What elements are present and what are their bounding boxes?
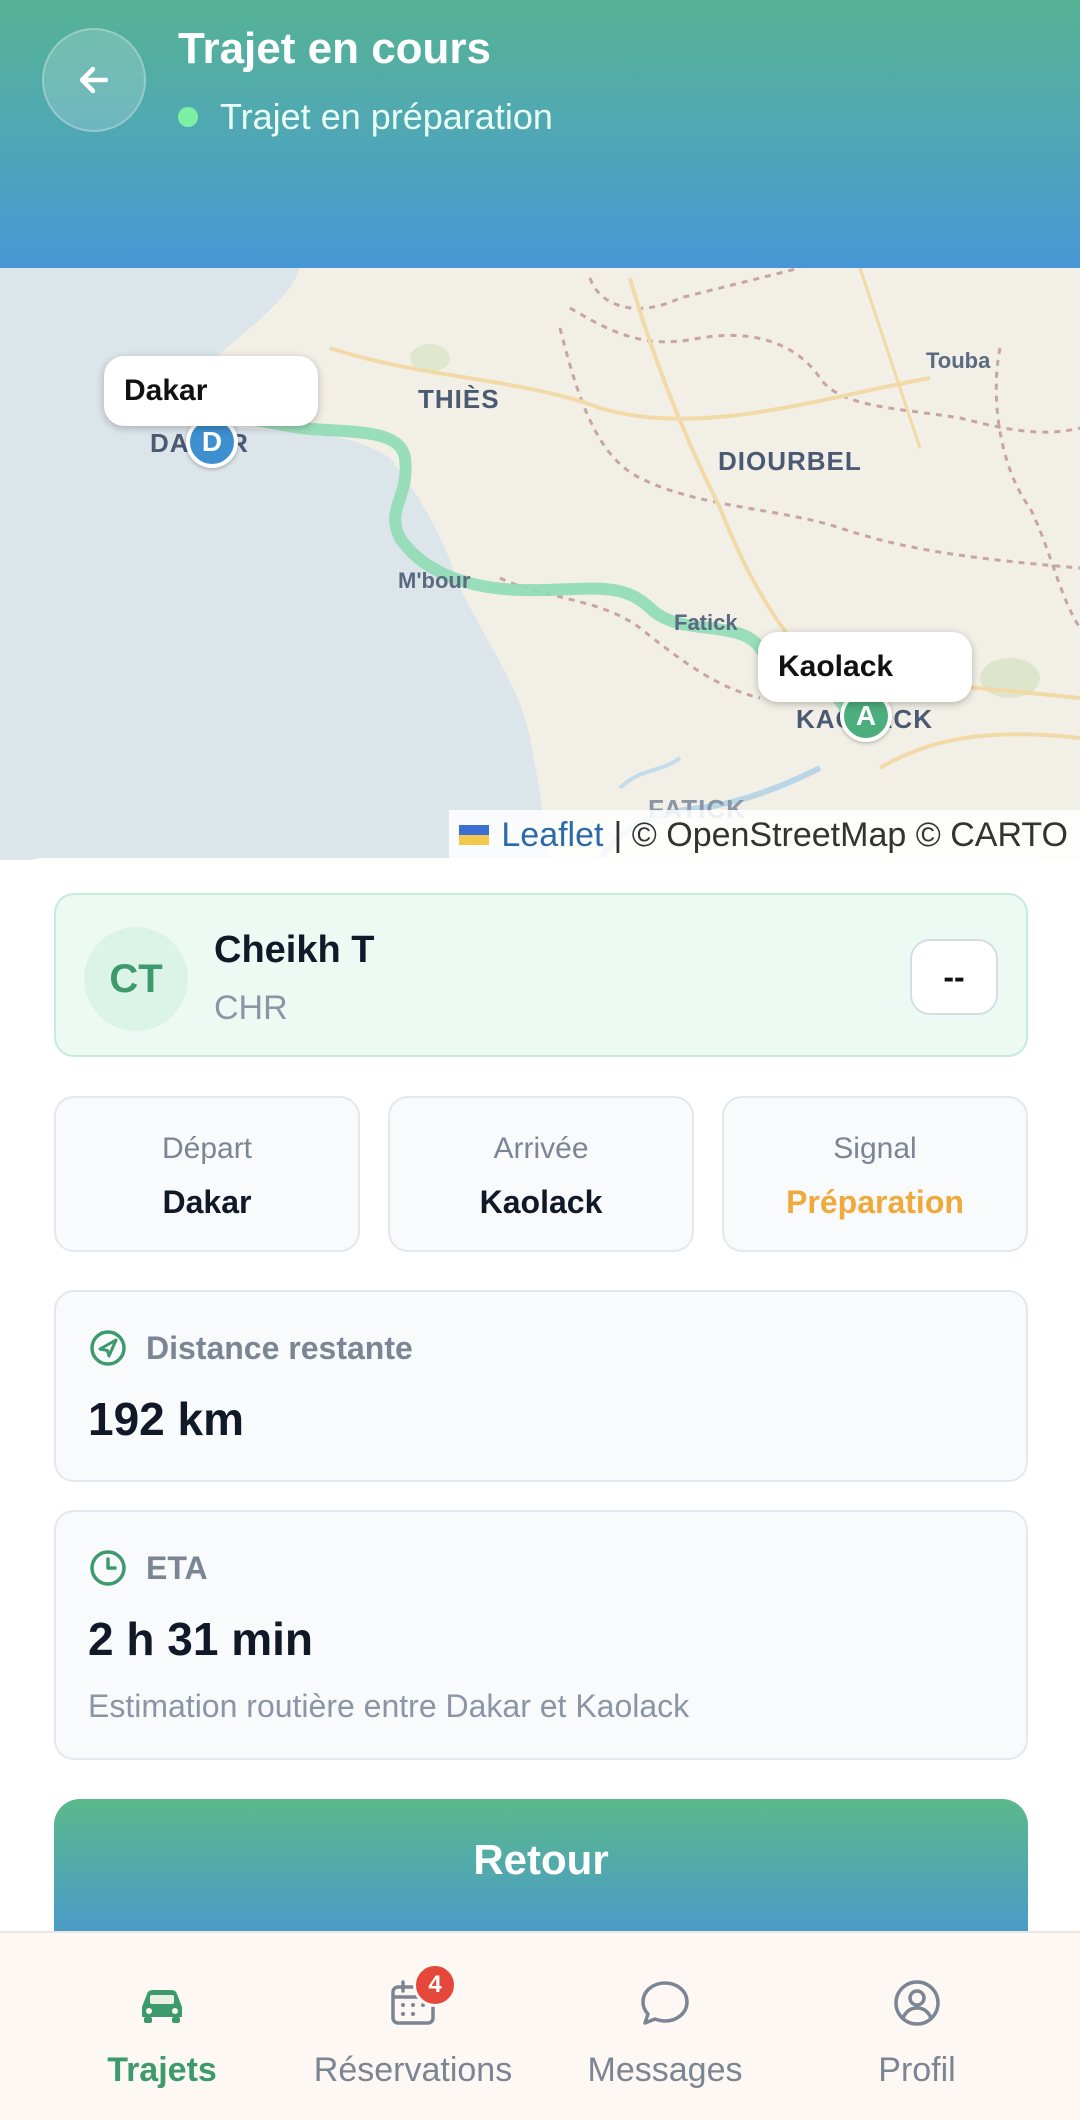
arrow-left-icon: [79, 66, 109, 94]
stat-signal-value: Préparation: [786, 1184, 964, 1220]
stat-arrival-label: Arrivée: [493, 1132, 589, 1165]
tab-messages-label: Messages: [587, 2051, 743, 2089]
map-label-diourbel: DIOURBEL: [718, 446, 862, 476]
map-label-touba: Touba: [926, 348, 991, 373]
end-popup: Kaolack: [758, 632, 972, 702]
distance-value: 192 km: [88, 1393, 245, 1445]
driver-vehicle: CHR: [214, 989, 288, 1027]
user-circle-icon: [894, 1980, 940, 2026]
back-action-button[interactable]: Retour: [54, 1799, 1028, 1931]
stat-arrival-value: Kaolack: [479, 1184, 603, 1220]
ukraine-flag-icon: [459, 825, 490, 845]
eta-label: ETA: [146, 1550, 208, 1586]
stat-signal-label: Signal: [833, 1132, 917, 1165]
back-button[interactable]: [42, 28, 146, 132]
app-header: Trajet en cours Trajet en préparation: [0, 0, 1080, 268]
map-label-fatick: Fatick: [674, 610, 738, 635]
tab-profile-label: Profil: [878, 2051, 956, 2089]
distance-card: Distance restante 192 km: [54, 1290, 1028, 1482]
tab-messages[interactable]: Messages: [530, 1933, 800, 2120]
leaflet-link[interactable]: Leaflet: [501, 816, 603, 855]
car-icon: [142, 1990, 182, 2023]
stat-signal: Signal Préparation: [722, 1096, 1028, 1252]
stat-arrival: Arrivée Kaolack: [388, 1096, 694, 1252]
eta-value: 2 h 31 min: [88, 1613, 313, 1665]
map-attribution: Leaflet | © OpenStreetMap © CARTO: [449, 810, 1080, 860]
driver-card[interactable]: CT Cheikh T CHR --: [54, 893, 1028, 1057]
chat-bubble-icon: [641, 1981, 689, 2025]
route-map[interactable]: THIÈS DIOURBEL FATICK Touba M'bour Fatic…: [0, 268, 1080, 860]
status-dot-icon: [178, 107, 198, 127]
avatar: CT: [84, 927, 188, 1031]
distance-label: Distance restante: [146, 1330, 413, 1366]
start-popup: Dakar: [104, 356, 318, 426]
navigation-icon: [90, 1330, 126, 1366]
tab-reservations-label: Réservations: [313, 2051, 513, 2089]
tab-profile[interactable]: Profil: [782, 1933, 1052, 2120]
trip-status: Trajet en préparation: [178, 96, 553, 138]
tab-trips[interactable]: Trajets: [27, 1933, 297, 2120]
bottom-tab-bar: Trajets 4 Réservations Messages Profil: [0, 1931, 1080, 2120]
stat-departure-value: Dakar: [162, 1184, 252, 1220]
end-popup-label: Kaolack: [778, 650, 894, 683]
tab-trips-label: Trajets: [107, 2051, 217, 2089]
driver-rating-badge: --: [910, 939, 998, 1015]
attribution-text: | © OpenStreetMap © CARTO: [613, 815, 1068, 854]
stat-departure-label: Départ: [161, 1132, 253, 1165]
eta-card: ETA 2 h 31 min Estimation routière entre…: [54, 1510, 1028, 1760]
page-title: Trajet en cours: [178, 24, 492, 73]
tab-reservations[interactable]: 4 Réservations: [278, 1933, 548, 2120]
start-popup-label: Dakar: [124, 374, 208, 407]
map-label-mbour: M'bour: [398, 568, 471, 593]
map-label-thies: THIÈS: [418, 384, 500, 414]
trip-status-text: Trajet en préparation: [220, 96, 553, 137]
driver-name: Cheikh T: [214, 929, 375, 971]
stat-departure: Départ Dakar: [54, 1096, 360, 1252]
clock-icon: [90, 1550, 126, 1586]
reservations-badge: 4: [413, 1963, 457, 2007]
eta-note: Estimation routière entre Dakar et Kaola…: [88, 1688, 690, 1724]
